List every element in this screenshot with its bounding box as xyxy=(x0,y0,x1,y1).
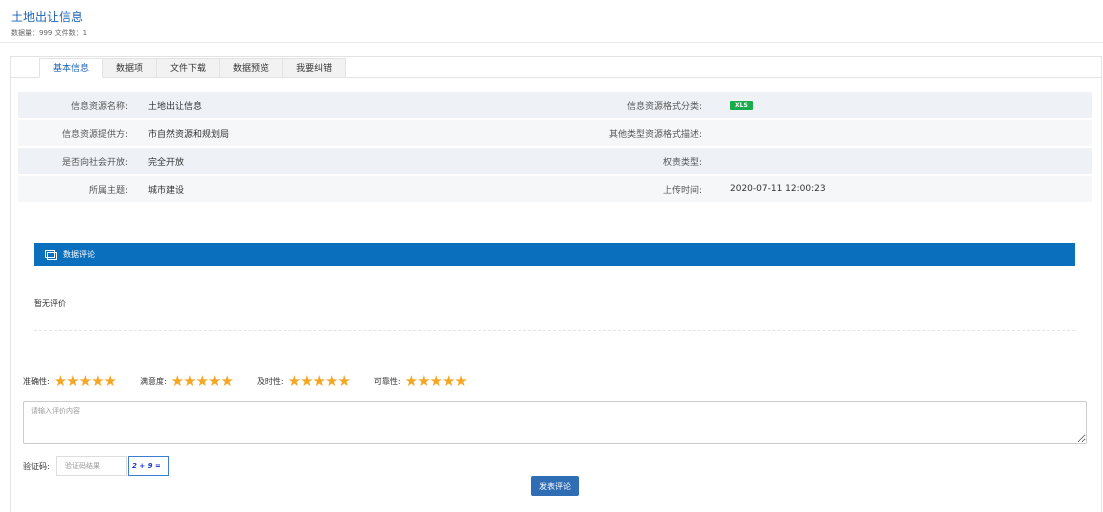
comments-title: 数据评论 xyxy=(63,250,95,259)
star-icon[interactable]: ★ xyxy=(91,374,104,389)
star-icon[interactable]: ★ xyxy=(430,374,443,389)
tab-basic-info[interactable]: 基本信息 xyxy=(39,58,104,78)
rating-reliability: 可靠性: ★ ★ ★ ★ ★ xyxy=(373,374,468,389)
tab-data-preview[interactable]: 数据预览 xyxy=(220,58,284,78)
format-value: XLS xyxy=(712,92,1092,118)
topic-value: 城市建设 xyxy=(138,176,552,202)
star-icon[interactable]: ★ xyxy=(300,374,313,389)
star-icon[interactable]: ★ xyxy=(171,374,184,389)
star-icon[interactable]: ★ xyxy=(196,374,209,389)
open-value: 完全开放 xyxy=(138,148,552,174)
captcha-input[interactable] xyxy=(56,456,127,476)
resource-name-value: 土地出让信息 xyxy=(138,92,552,118)
comment-window-icon xyxy=(45,249,57,260)
tab-bar: 基本信息 数据项 文件下载 数据预览 我要纠错 xyxy=(39,58,347,78)
other-format-label: 其他类型资源格式描述: xyxy=(552,120,712,146)
page-title: 土地出让信息 xyxy=(11,10,84,24)
topic-label: 所属主题: xyxy=(18,176,138,202)
tab-file-download[interactable]: 文件下载 xyxy=(157,58,221,78)
tab-data-items[interactable]: 数据项 xyxy=(103,58,158,78)
star-icon[interactable]: ★ xyxy=(104,374,117,389)
no-review-text: 暂无评价 xyxy=(34,299,66,308)
tab-report-error[interactable]: 我要纠错 xyxy=(283,58,347,78)
captcha-image[interactable]: 2 + 9 = xyxy=(128,456,169,476)
star-icon[interactable]: ★ xyxy=(417,374,430,389)
star-icon[interactable]: ★ xyxy=(337,374,350,389)
star-icon[interactable]: ★ xyxy=(79,374,92,389)
rating-accuracy: 准确性: ★ ★ ★ ★ ★ xyxy=(23,374,117,389)
table-row: 信息资源提供方: 市自然资源和规划局 其他类型资源格式描述: xyxy=(18,120,1092,146)
open-label: 是否向社会开放: xyxy=(18,148,138,174)
table-row: 信息资源名称: 土地出让信息 信息资源格式分类: XLS xyxy=(18,92,1092,118)
table-row: 所属主题: 城市建设 上传时间: 2020-07-11 12:00:23 xyxy=(18,176,1092,202)
star-icon[interactable]: ★ xyxy=(325,374,338,389)
comments-divider xyxy=(34,330,1075,331)
rights-value xyxy=(712,148,1092,174)
star-icon[interactable]: ★ xyxy=(288,374,301,389)
rating-satisfaction: 满意度: ★ ★ ★ ★ ★ xyxy=(139,374,234,389)
provider-value: 市自然资源和规划局 xyxy=(138,120,552,146)
upload-time-label: 上传时间: xyxy=(552,176,712,202)
provider-label: 信息资源提供方: xyxy=(18,120,138,146)
rights-label: 权责类型: xyxy=(552,148,712,174)
rating-label: 及时性: xyxy=(256,377,284,386)
table-row: 是否向社会开放: 完全开放 权责类型: xyxy=(18,148,1092,174)
rating-label: 可靠性: xyxy=(373,377,401,386)
comments-header: 数据评论 xyxy=(34,243,1075,266)
basic-info-table: 信息资源名称: 土地出让信息 信息资源格式分类: XLS 信息资源提供方: 市自… xyxy=(18,90,1092,204)
rating-label: 满意度: xyxy=(139,377,167,386)
star-icon[interactable]: ★ xyxy=(313,374,326,389)
star-icon[interactable]: ★ xyxy=(442,374,455,389)
data-count-summary: 数据量：999 文件数：1 xyxy=(11,29,88,37)
star-icon[interactable]: ★ xyxy=(54,374,67,389)
other-format-value xyxy=(712,120,1092,146)
captcha-label: 验证码: xyxy=(23,462,50,471)
rating-label: 准确性: xyxy=(23,377,50,386)
resource-name-label: 信息资源名称: xyxy=(18,92,138,118)
ratings-row: 准确性: ★ ★ ★ ★ ★ 满意度: ★ ★ ★ ★ ★ 及时性: ★ ★ ★ ★ ★ 可靠性: ★ ★… xyxy=(23,374,491,389)
star-icon[interactable]: ★ xyxy=(454,374,467,389)
star-icon[interactable]: ★ xyxy=(220,374,233,389)
star-icon[interactable]: ★ xyxy=(183,374,196,389)
review-textarea[interactable] xyxy=(23,401,1087,444)
xls-badge: XLS xyxy=(730,101,753,110)
star-icon[interactable]: ★ xyxy=(208,374,221,389)
star-icon[interactable]: ★ xyxy=(405,374,418,389)
header-divider xyxy=(0,42,1103,43)
rating-timeliness: 及时性: ★ ★ ★ ★ ★ xyxy=(256,374,351,389)
submit-comment-button[interactable]: 发表评论 xyxy=(531,476,579,496)
star-icon[interactable]: ★ xyxy=(66,374,79,389)
upload-time-value: 2020-07-11 12:00:23 xyxy=(712,176,1092,202)
format-label: 信息资源格式分类: xyxy=(552,92,712,118)
